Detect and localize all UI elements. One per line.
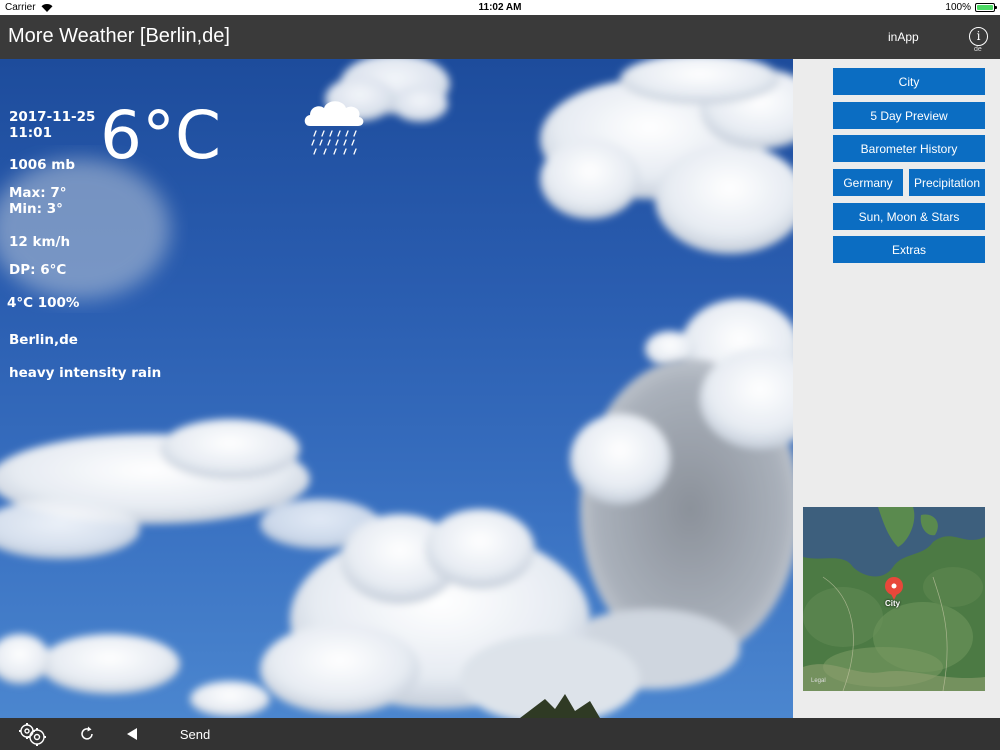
sun-moon-stars-button[interactable]: Sun, Moon & Stars	[833, 203, 985, 230]
send-button[interactable]: Send	[174, 718, 216, 750]
barometer-history-button[interactable]: Barometer History	[833, 135, 985, 162]
precipitation-button[interactable]: Precipitation	[909, 169, 985, 196]
title-bar: More Weather [Berlin,de] inApp i de	[0, 15, 1000, 59]
wind-label: 12 km/h	[9, 234, 71, 250]
page-title: More Weather [Berlin,de]	[8, 25, 230, 47]
map-view[interactable]: City Legal	[803, 507, 985, 691]
back-arrow-icon[interactable]	[122, 718, 142, 750]
status-bar: Carrier 11:02 AM 100%	[0, 0, 1000, 15]
map-pin-label: City	[885, 599, 901, 608]
germany-button[interactable]: Germany	[833, 169, 903, 196]
battery-percent: 100%	[945, 2, 971, 13]
weather-background: 2017-11-25 11:01 6°C 1006 mb Max: 7° Min…	[0, 59, 793, 718]
temp-humidity-label: 4°C 100%	[7, 295, 80, 311]
refresh-icon[interactable]	[74, 718, 100, 750]
pressure-label: 1006 mb	[9, 157, 76, 173]
city-button[interactable]: City	[833, 68, 985, 95]
rain-cloud-icon	[304, 101, 364, 155]
info-icon[interactable]: i	[969, 27, 988, 46]
status-right: 100%	[945, 2, 997, 13]
time-label: 11:01	[9, 125, 52, 141]
battery-icon	[975, 3, 997, 12]
date-label: 2017-11-25	[9, 109, 96, 125]
sidebar: City 5 Day Preview Barometer History Ger…	[793, 59, 1000, 718]
inapp-button[interactable]: inApp	[888, 30, 919, 44]
min-temp-label: Min: 3°	[9, 201, 63, 217]
weather-description: heavy intensity rain	[9, 365, 162, 381]
info-sublabel: de	[974, 46, 982, 53]
battery-fill	[977, 5, 993, 10]
max-temp-label: Max: 7°	[9, 185, 67, 201]
status-time: 11:02 AM	[478, 2, 522, 13]
five-day-preview-button[interactable]: 5 Day Preview	[833, 102, 985, 129]
dew-point-label: DP: 6°C	[9, 262, 67, 278]
extras-button[interactable]: Extras	[833, 236, 985, 263]
bottom-toolbar: Send	[0, 718, 1000, 750]
location-label: Berlin,de	[9, 332, 78, 348]
map-legal-link[interactable]: Legal	[811, 678, 826, 684]
temperature-display: 6°C	[100, 97, 222, 174]
gears-icon[interactable]	[14, 718, 50, 750]
